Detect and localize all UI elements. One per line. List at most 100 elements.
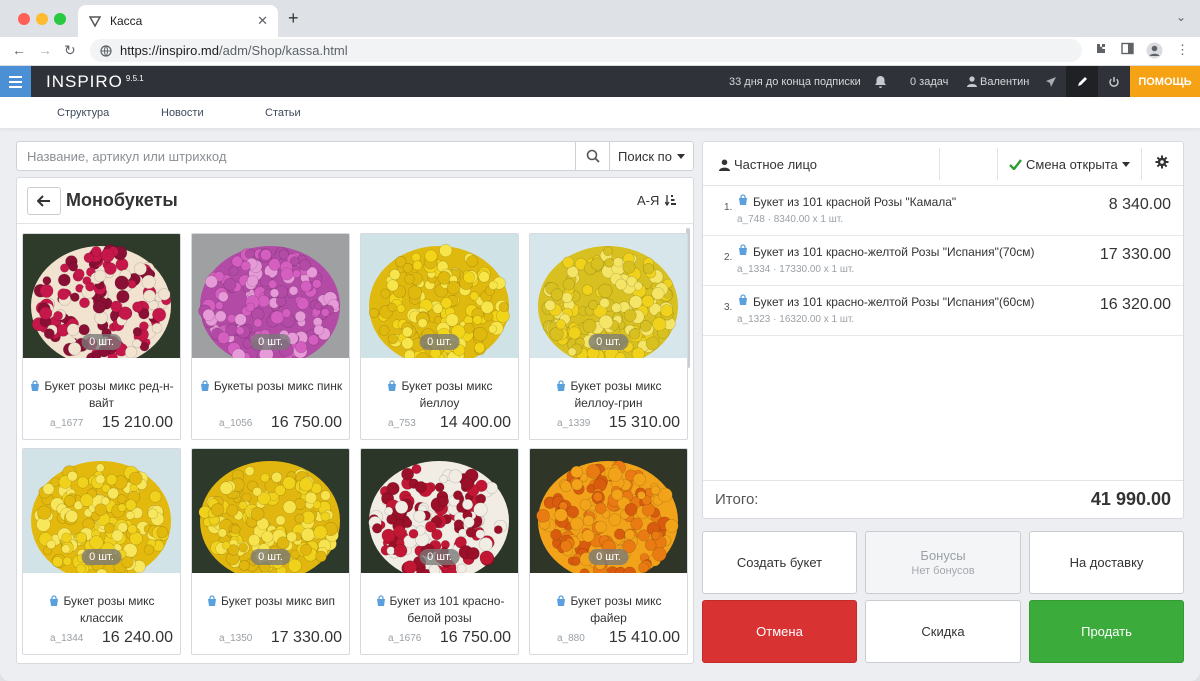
product-card[interactable]: 0 шт. Букеты розы микс пинк a_1056 16 750.0… — [191, 233, 350, 440]
product-photo: 0 шт. — [530, 234, 687, 358]
nav-articles[interactable]: Статьи — [265, 107, 301, 119]
cart-item-price: 8 340.00 — [1108, 196, 1171, 213]
user-name: Валентин — [980, 75, 1030, 88]
product-sku: a_1350 — [219, 633, 253, 644]
sort-button[interactable]: А-Я — [637, 193, 677, 208]
shift-status-dropdown[interactable]: Смена открыта — [1009, 157, 1130, 172]
subscription-text: 33 дня до конца подписки — [729, 75, 861, 88]
header-divider — [1141, 148, 1142, 180]
main-nav: Структура Новости Статьи — [0, 97, 1200, 129]
catalog-header: Монобукеты А-Я — [17, 178, 693, 224]
cart-item-name-text: Букет из 101 красной Розы "Камала" — [753, 194, 957, 209]
profile-avatar-icon[interactable] — [1146, 42, 1163, 62]
stock-qty-badge: 0 шт. — [588, 334, 629, 350]
edit-mode-pencil-icon[interactable] — [1066, 66, 1098, 97]
cart-panel: Частное лицо Смена открыта 1. Букет из 10… — [702, 141, 1184, 519]
cart-header: Частное лицо Смена открыта — [703, 142, 1183, 186]
product-search: Поиск по — [16, 141, 694, 171]
address-bar[interactable]: https://inspiro.md/adm/Shop/kassa.html — [90, 39, 1082, 62]
product-price: 15 210.00 — [101, 414, 173, 431]
gear-icon[interactable] — [1155, 155, 1169, 174]
site-info-icon[interactable] — [100, 44, 112, 57]
product-card[interactable]: 0 шт. Букет из 101 красно-белой розы a_167… — [360, 448, 519, 655]
nav-news[interactable]: Новости — [161, 107, 204, 119]
hamburger-menu-icon[interactable] — [0, 66, 31, 97]
product-sku: a_1056 — [219, 418, 253, 429]
sidebar-toggle-icon[interactable] — [1121, 42, 1134, 58]
shopping-bag-icon — [206, 595, 218, 611]
nav-structure[interactable]: Структура — [57, 107, 109, 119]
browser-tab[interactable]: Касса ✕ — [78, 5, 278, 37]
product-name-text: Букет из 101 красно-белой розы — [389, 594, 505, 625]
browser-menu-icon[interactable]: ⋮ — [1176, 42, 1189, 58]
product-photo: 0 шт. — [23, 234, 180, 358]
stock-qty-badge: 0 шт. — [250, 549, 291, 565]
sort-label: А-Я — [636, 193, 660, 208]
product-card[interactable]: 0 шт. Букет розы микс йеллоу a_753 14 400.0… — [360, 233, 519, 440]
shopping-bag-icon — [555, 595, 567, 611]
send-message-icon[interactable] — [1045, 66, 1057, 97]
cart-item-price: 16 320.00 — [1099, 296, 1171, 313]
shopping-bag-icon — [375, 595, 387, 611]
cart-item-number: 2. — [724, 252, 733, 263]
product-price: 14 400.00 — [439, 414, 511, 431]
search-input[interactable] — [17, 142, 575, 170]
help-button[interactable]: ПОМОЩЬ — [1130, 66, 1200, 97]
user-menu[interactable]: Валентин — [967, 66, 1029, 97]
product-card[interactable]: 0 шт. Букет розы микс вип a_1350 17 330.00 — [191, 448, 350, 655]
minimize-window-button[interactable] — [36, 13, 48, 25]
subscription-notice[interactable]: 33 дня до конца подписки — [729, 66, 861, 97]
bonuses-button[interactable]: Бонусы Нет бонусов — [865, 531, 1021, 594]
sort-amount-icon — [664, 195, 676, 207]
discount-label: Скидка — [921, 624, 965, 639]
shopping-bag-icon — [29, 380, 41, 396]
cart-item-row[interactable]: 1. Букет из 101 красной Розы "Камала" a_74… — [703, 186, 1183, 236]
delivery-button[interactable]: На доставку — [1029, 531, 1184, 594]
cart-item-row[interactable]: 3. Букет из 101 красно-желтой Розы "Испан… — [703, 286, 1183, 336]
reload-icon[interactable]: ↻ — [64, 42, 76, 59]
cart-item-details: a_1334 · 17330.00 x 1 шт. — [737, 264, 855, 275]
close-tab-icon[interactable]: ✕ — [257, 13, 268, 29]
product-card[interactable]: 0 шт. Букет розы микс классик a_1344 16 240… — [22, 448, 181, 655]
shopping-bag-icon — [737, 294, 749, 309]
stock-qty-badge: 0 шт. — [81, 334, 122, 350]
caret-down-icon — [1121, 162, 1130, 167]
notifications-bell-icon[interactable] — [874, 66, 887, 97]
discount-button[interactable]: Скидка — [865, 600, 1021, 663]
product-card[interactable]: 0 шт. Букет розы микс файер a_880 15 410.00 — [529, 448, 688, 655]
caret-down-icon — [676, 153, 685, 159]
customer-name: Частное лицо — [734, 157, 817, 172]
customer-selector[interactable]: Частное лицо — [719, 157, 817, 172]
product-card[interactable]: 0 шт. Букет розы микс йеллоу-грин a_1339 15… — [529, 233, 688, 440]
browser-tab-bar: Касса ✕ + ⌄ — [0, 0, 1200, 37]
header-divider — [939, 148, 940, 180]
product-sku: a_1339 — [557, 418, 591, 429]
sell-label: Продать — [1081, 624, 1132, 639]
new-tab-icon[interactable]: + — [288, 8, 299, 29]
tab-title: Касса — [110, 14, 143, 28]
create-bouquet-button[interactable]: Создать букет — [702, 531, 857, 594]
sell-button[interactable]: Продать — [1029, 600, 1184, 663]
back-arrow-icon[interactable]: ← — [12, 42, 26, 58]
app-logo[interactable]: INSPIRO 9.5.1 — [46, 72, 144, 92]
back-button[interactable] — [27, 187, 61, 215]
search-by-label: Поиск по — [618, 148, 672, 164]
power-logout-icon[interactable] — [1098, 66, 1130, 97]
extensions-icon[interactable] — [1094, 42, 1107, 58]
tasks-counter[interactable]: 0 задач — [910, 66, 948, 97]
search-by-dropdown[interactable]: Поиск по — [609, 142, 693, 170]
tab-list-chevron-icon[interactable]: ⌄ — [1176, 10, 1186, 24]
maximize-window-button[interactable] — [54, 13, 66, 25]
search-icon[interactable] — [575, 142, 609, 170]
cancel-button[interactable]: Отмена — [702, 600, 857, 663]
forward-arrow-icon[interactable]: → — [38, 42, 52, 58]
close-window-button[interactable] — [18, 13, 30, 25]
url-path: /adm/Shop/kassa.html — [219, 43, 348, 58]
shopping-bag-icon — [199, 380, 211, 396]
product-card[interactable]: 0 шт. Букет розы микс ред-н-вайт a_1677 15 … — [22, 233, 181, 440]
bonuses-label: Бонусы — [920, 548, 966, 563]
cart-item-row[interactable]: 2. Букет из 101 красно-желтой Розы "Испан… — [703, 236, 1183, 286]
product-name: Букет из 101 красно-белой розы — [367, 594, 512, 626]
app-version: 9.5.1 — [125, 74, 144, 83]
product-photo: 0 шт. — [192, 234, 349, 358]
